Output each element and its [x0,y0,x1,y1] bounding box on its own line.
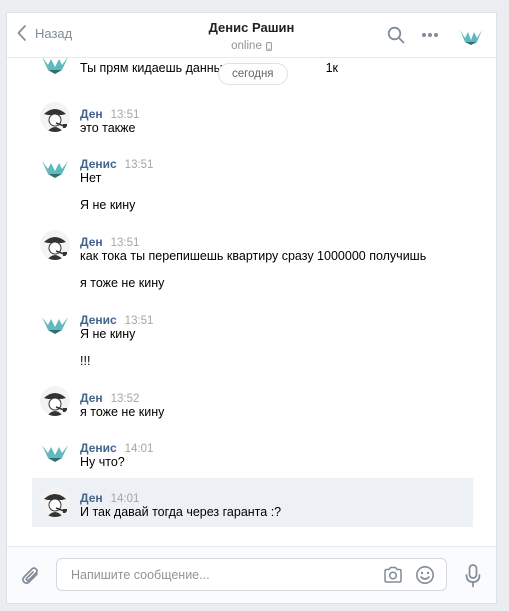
date-pill: сегодня [218,63,288,85]
message-text: Я не кину [80,327,136,341]
chat-header: Назад Денис Рашин online [7,13,496,58]
message-item-selected[interactable]: Ден 14:01 И так давай тогда через гаранта… [32,478,473,527]
detective-avatar-icon [40,230,70,260]
avatar[interactable] [40,58,70,78]
message-author[interactable]: Денис 13:51 [80,313,153,327]
message-item[interactable]: Ден 13:52 я тоже не кину [32,376,473,426]
message-history: сегодня Ты прям кидаешь данные 1к Ден 13… [7,58,496,546]
message-text: И так давай тогда через гаранта :? [80,505,282,519]
message-text: Ну что? [80,455,125,469]
message-author[interactable]: Денис 14:01 [80,441,153,455]
peer-status: online [231,40,272,52]
message-text: Ты прям кидаешь данные 1к [80,61,339,75]
message-time: 13:51 [110,109,140,121]
phone-icon [265,41,272,51]
message-item[interactable]: Ден 13:51 как тока ты перепишешь квартиру… [32,220,473,298]
message-time: 13:51 [110,237,140,249]
message-text: Нет [80,171,102,185]
message-item[interactable]: Денис 14:01 Ну что? [32,426,473,476]
message-text: !!! [80,354,91,368]
avatar[interactable] [40,386,70,416]
avatar[interactable] [40,230,70,260]
message-time: 13:51 [124,159,154,171]
microphone-icon[interactable] [465,564,481,588]
message-time: 13:51 [124,315,154,327]
peer-avatar-icon [42,317,68,334]
message-composer [7,546,496,603]
message-item[interactable]: Денис 13:51 Нет Я не кину [32,142,473,220]
peer-avatar-icon [42,161,68,178]
message-author[interactable]: Ден 13:52 [80,391,139,405]
smile-icon[interactable] [415,565,435,585]
chat-window: Назад Денис Рашин online сегодня Ты прям… [6,12,497,604]
peer-avatar-icon [42,58,68,74]
message-text: как тока ты перепишешь квартиру сразу 10… [80,249,427,263]
message-author[interactable]: Ден 13:51 [80,107,139,121]
camera-icon[interactable] [383,566,403,584]
message-text: я тоже не кину [80,405,165,419]
message-text: Я не кину [80,198,136,212]
message-time: 14:01 [124,443,154,455]
message-text: я тоже не кину [80,276,165,290]
message-input-box[interactable] [56,558,447,591]
avatar[interactable] [40,102,70,132]
message-item[interactable]: Ден 13:51 это также [32,92,473,142]
message-input[interactable] [71,566,371,584]
message-author[interactable]: Ден 14:01 [80,491,139,505]
detective-avatar-icon [40,487,70,517]
peer-avatar-icon [42,445,68,462]
avatar[interactable] [40,487,70,517]
avatar[interactable] [40,152,70,182]
avatar[interactable] [40,436,70,466]
search-icon[interactable] [387,26,405,44]
detective-avatar-icon [40,102,70,132]
more-icon[interactable] [421,32,439,38]
message-author[interactable]: Денис 13:51 [80,157,153,171]
peer-avatar-icon[interactable] [459,25,483,45]
message-time: 13:52 [110,393,140,405]
detective-avatar-icon [40,386,70,416]
message-text: это также [80,121,136,135]
message-item[interactable]: Денис 13:51 Я не кину !!! [32,298,473,376]
peer-status-text: online [231,40,262,52]
paperclip-icon[interactable] [21,565,41,587]
message-author[interactable]: Ден 13:51 [80,235,139,249]
message-time: 14:01 [110,493,140,505]
avatar[interactable] [40,308,70,338]
